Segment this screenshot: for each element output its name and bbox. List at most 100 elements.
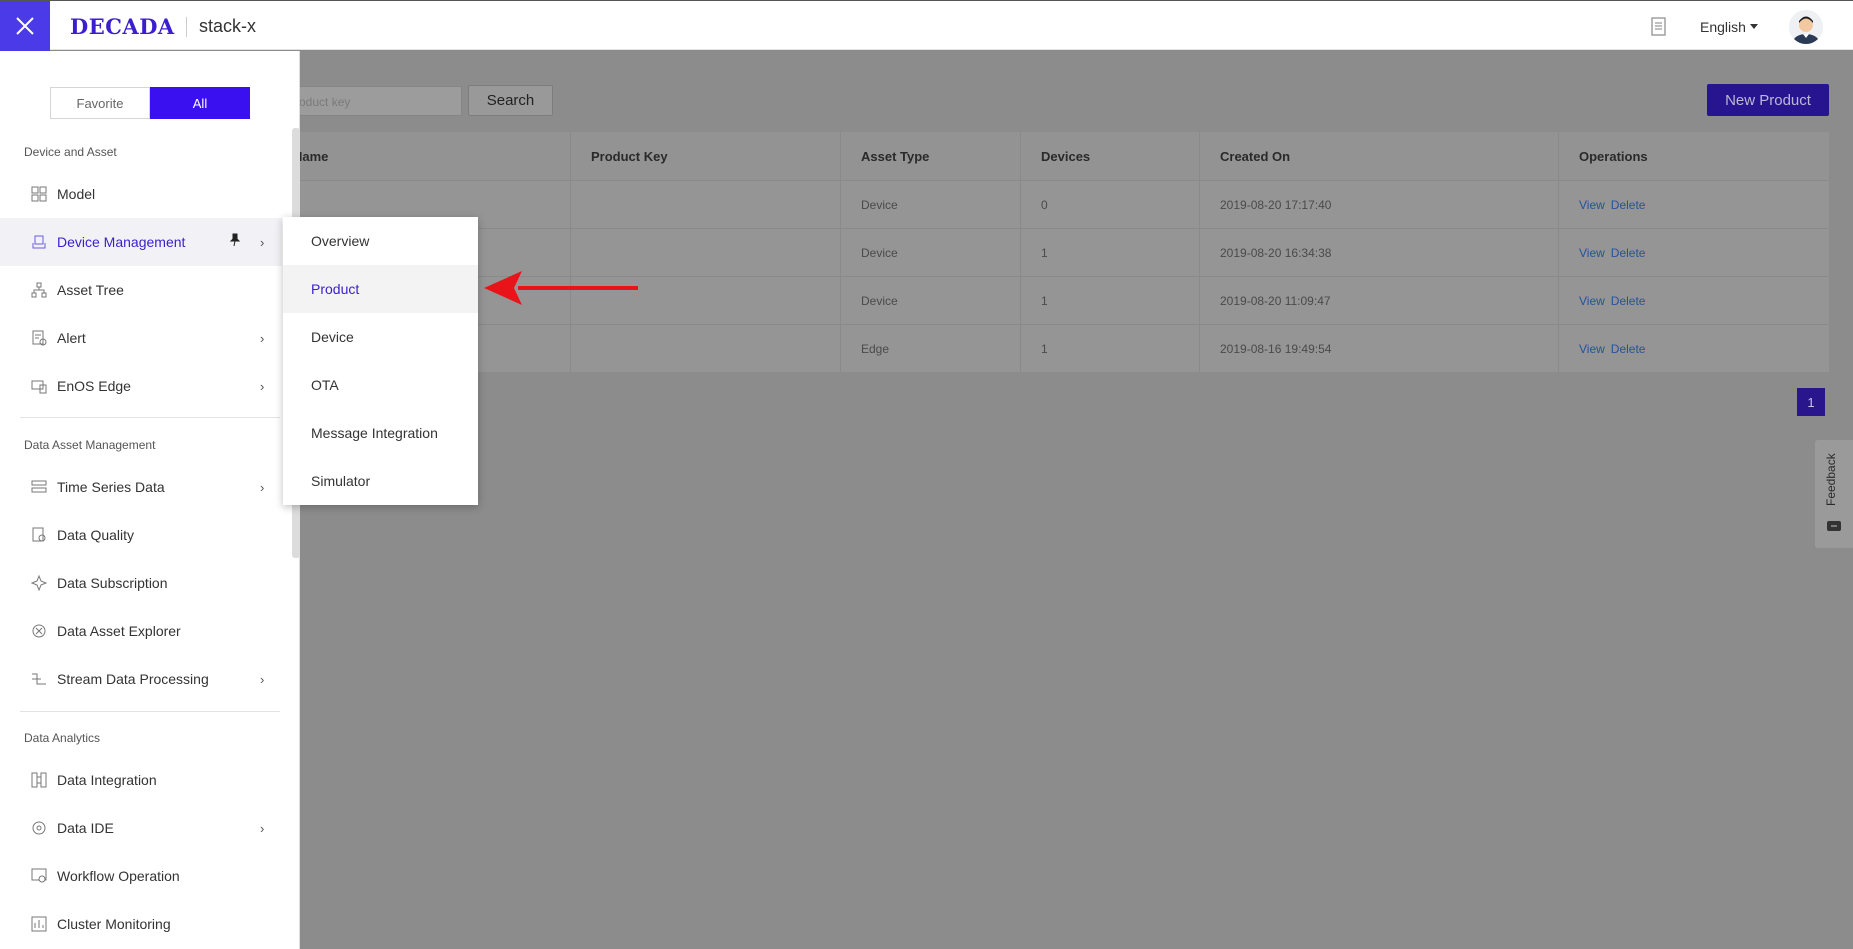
column-header-created-on: Created On (1200, 132, 1559, 180)
cell-asset-type: Device (841, 181, 1021, 228)
section-title-device-asset: Device and Asset (24, 145, 117, 159)
search-button[interactable]: Search (468, 85, 553, 116)
explorer-icon (32, 624, 46, 638)
chat-icon (1827, 521, 1841, 531)
all-tab[interactable]: All (150, 87, 250, 119)
alert-icon (32, 330, 47, 346)
pin-icon[interactable] (228, 233, 242, 247)
sidebar-item-label: Data Subscription (57, 575, 168, 591)
close-menu-button[interactable] (0, 1, 50, 51)
sidebar-item-enos-edge[interactable]: EnOS Edge › (0, 362, 282, 410)
device-management-submenu: Overview Product Device OTA Message Inte… (283, 217, 478, 505)
product-table: Name Product Key Asset Type Devices Crea… (270, 132, 1829, 372)
delete-link[interactable]: Delete (1611, 246, 1646, 260)
submenu-item-overview[interactable]: Overview (283, 217, 478, 265)
cell-operations: View Delete (1559, 181, 1829, 228)
document-icon[interactable] (1650, 17, 1668, 40)
stream-processing-icon (32, 673, 46, 685)
cell-devices: 1 (1021, 277, 1200, 324)
sidebar-item-label: EnOS Edge (57, 378, 131, 394)
user-avatar[interactable] (1789, 10, 1823, 44)
sidebar-item-data-subscription[interactable]: Data Subscription (0, 559, 282, 607)
decada-logo[interactable]: DECADA (70, 14, 175, 39)
pagination-page-button[interactable]: 1 (1797, 388, 1825, 416)
section-divider (20, 417, 280, 418)
language-label: English (1700, 19, 1746, 35)
cell-devices: 0 (1021, 181, 1200, 228)
cell-created-on: 2019-08-20 16:34:38 (1200, 229, 1559, 276)
caret-down-icon (1749, 24, 1758, 29)
sidebar-item-cluster-monitoring[interactable]: Cluster Monitoring (0, 900, 282, 948)
cell-created-on: 2019-08-20 17:17:40 (1200, 181, 1559, 228)
column-header-product-key: Product Key (571, 132, 841, 180)
sidebar-item-data-asset-explorer[interactable]: Data Asset Explorer (0, 607, 282, 655)
sidebar-item-workflow-operation[interactable]: Workflow Operation (0, 852, 282, 900)
cell-devices: 1 (1021, 325, 1200, 372)
sidebar-item-data-quality[interactable]: Data Quality (0, 511, 282, 559)
submenu-item-ota[interactable]: OTA (283, 361, 478, 409)
table-row: Edge 1 2019-08-16 19:49:54 View Delete (270, 324, 1829, 372)
table-row: Device 0 2019-08-20 17:17:40 View Delete (270, 180, 1829, 228)
navigation-sidebar: Favorite All Device and Asset Model Devi… (0, 51, 300, 949)
delete-link[interactable]: Delete (1611, 342, 1646, 356)
chevron-right-icon: › (260, 479, 265, 495)
cell-asset-type: Device (841, 229, 1021, 276)
table-row: Device 1 2019-08-20 16:34:38 View Delete (270, 228, 1829, 276)
sidebar-item-data-ide[interactable]: Data IDE › (0, 804, 282, 852)
delete-link[interactable]: Delete (1611, 294, 1646, 308)
tenant-name: stack-x (199, 16, 257, 36)
cell-operations: View Delete (1559, 325, 1829, 372)
sidebar-item-stream-data-processing[interactable]: Stream Data Processing › (0, 655, 282, 703)
sidebar-item-label: Alert (57, 330, 86, 346)
column-header-operations: Operations (1579, 148, 1648, 164)
table-header: Name Product Key Asset Type Devices Crea… (270, 132, 1829, 180)
submenu-item-simulator[interactable]: Simulator (283, 457, 478, 505)
cell-asset-type: Edge (841, 325, 1021, 372)
sidebar-item-time-series-data[interactable]: Time Series Data › (0, 463, 282, 511)
sidebar-item-asset-tree[interactable]: Asset Tree (0, 266, 282, 314)
section-divider (20, 711, 280, 712)
sidebar-item-label: Data IDE (57, 820, 114, 836)
sidebar-item-label: Stream Data Processing (57, 671, 209, 687)
column-header-name: Name (270, 132, 571, 180)
sidebar-item-device-management[interactable]: Device Management › (0, 218, 282, 266)
cell-devices: 1 (1021, 229, 1200, 276)
cluster-monitoring-icon (31, 916, 47, 932)
device-management-icon (32, 235, 46, 249)
submenu-item-device[interactable]: Device (283, 313, 478, 361)
sidebar-item-data-integration[interactable]: Data Integration (0, 756, 282, 804)
sidebar-item-model[interactable]: Model (0, 170, 282, 218)
favorite-tab[interactable]: Favorite (50, 87, 150, 119)
product-key-search-input[interactable]: Product key (280, 86, 462, 116)
sidebar-item-label: Time Series Data (57, 479, 165, 495)
top-header: DECADA stack-x English (0, 0, 1853, 51)
red-arrow-annotation (484, 271, 638, 305)
new-product-button[interactable]: New Product (1707, 84, 1829, 116)
sidebar-item-label: Model (57, 186, 96, 202)
sidebar-item-label: Asset Tree (57, 282, 124, 298)
cell-product-key (571, 181, 841, 228)
sidebar-item-alert[interactable]: Alert › (0, 314, 282, 362)
view-link[interactable]: View (1579, 246, 1605, 260)
chevron-right-icon: › (260, 378, 265, 394)
chevron-right-icon: › (260, 330, 265, 346)
model-icon (31, 186, 47, 202)
favorite-all-toggle: Favorite All (50, 87, 250, 119)
view-link[interactable]: View (1579, 342, 1605, 356)
submenu-item-product[interactable]: Product (283, 265, 478, 313)
data-ide-icon (32, 821, 46, 835)
feedback-label: Feedback (1824, 453, 1838, 506)
cell-created-on: 2019-08-16 19:49:54 (1200, 325, 1559, 372)
section-title-data-analytics: Data Analytics (24, 731, 101, 745)
submenu-item-message-integration[interactable]: Message Integration (283, 409, 478, 457)
sidebar-item-label: Workflow Operation (57, 868, 180, 884)
view-link[interactable]: View (1579, 198, 1605, 212)
data-integration-icon (31, 772, 47, 788)
language-selector[interactable]: English (1700, 19, 1758, 35)
sidebar-item-label: Data Quality (57, 527, 135, 543)
delete-link[interactable]: Delete (1611, 198, 1646, 212)
header-divider (186, 17, 187, 37)
cell-product-key (571, 325, 841, 372)
edge-icon (31, 380, 47, 394)
view-link[interactable]: View (1579, 294, 1605, 308)
